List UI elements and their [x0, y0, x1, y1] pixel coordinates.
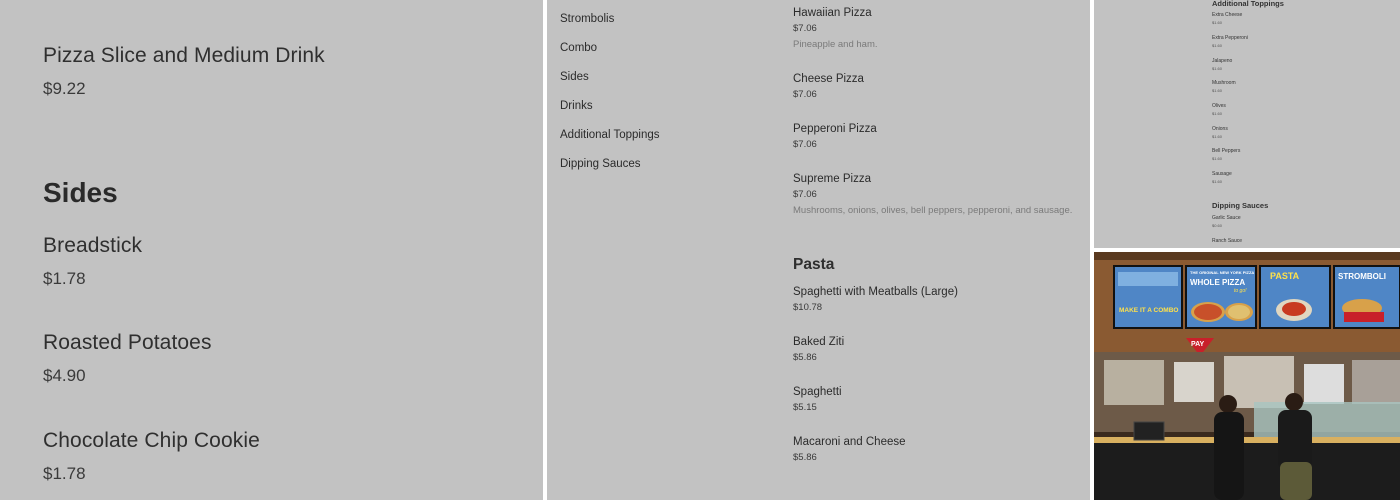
topping-name: Extra Cheese — [1212, 12, 1243, 18]
menu-item-pizza-slice-drink[interactable]: Pizza Slice and Medium Drink $9.22 — [43, 44, 325, 99]
topping-price: $1.60 — [1212, 66, 1223, 71]
topping-item[interactable]: Mushroom $1.60 — [1212, 80, 1236, 93]
topping-item[interactable]: Onions $1.60 — [1212, 126, 1228, 139]
menu-item-chocolate-chip-cookie[interactable]: Chocolate Chip Cookie $1.78 — [43, 429, 260, 484]
menu-page-panel: Strombolis Combo Sides Drinks Additional… — [547, 0, 1090, 500]
menu-item-name: Chocolate Chip Cookie — [43, 429, 260, 452]
sauce-name: Garlic Sauce — [1212, 215, 1241, 221]
menu-board-whole-pizza: THE ORIGINAL NEW YORK PIZZA WHOLE PIZZA … — [1185, 265, 1257, 329]
pay-sign-text: PAY — [1191, 341, 1205, 348]
menu-item-spaghetti[interactable]: Spaghetti $5.15 — [793, 386, 842, 413]
restaurant-photo: MAKE IT A COMBO THE ORIGINAL NEW YORK PI… — [1094, 252, 1400, 500]
sauce-price: $0.60 — [1212, 223, 1223, 228]
menu-item-name: Supreme Pizza — [793, 173, 871, 185]
topping-name: Onions — [1212, 126, 1228, 132]
menu-item-price: $7.06 — [793, 89, 817, 100]
board-pizza-sub: to go! — [1234, 288, 1247, 294]
section-heading-dipping-sauces: Dipping Sauces — [1212, 201, 1269, 210]
menu-board-combo: MAKE IT A COMBO — [1113, 265, 1183, 329]
menu-item-price: $7.06 — [793, 139, 817, 150]
topping-name: Extra Pepperoni — [1212, 35, 1248, 41]
section-heading-sides: Sides — [43, 177, 118, 208]
menu-item-baked-ziti[interactable]: Baked Ziti $5.86 — [793, 336, 844, 363]
menu-item-name: Pizza Slice and Medium Drink — [43, 44, 325, 67]
sauce-item[interactable]: Garlic Sauce $0.60 — [1212, 215, 1241, 228]
menu-item-price: $1.78 — [43, 269, 86, 288]
menu-item-name: Hawaiian Pizza — [793, 7, 872, 19]
tiny-menu-panel: Additional Toppings Extra Cheese $1.60 E… — [1094, 0, 1400, 248]
menu-board-stromboli: STROMBOLI — [1333, 265, 1400, 329]
nav-item-drinks[interactable]: Drinks — [560, 99, 660, 128]
menu-item-price: $9.22 — [43, 79, 86, 98]
menu-item-price: $7.06 — [793, 189, 817, 200]
topping-price: $1.60 — [1212, 111, 1223, 116]
nav-item-strombolis[interactable]: Strombolis — [560, 12, 660, 41]
menu-item-price: $5.86 — [793, 452, 817, 463]
board-pizza-banner: THE ORIGINAL NEW YORK PIZZA — [1190, 270, 1254, 275]
menu-item-description: Pineapple and ham. — [793, 39, 878, 50]
board-pizza-title: WHOLE PIZZA — [1190, 278, 1245, 287]
topping-name: Bell Peppers — [1212, 148, 1241, 154]
board-stromboli-title: STROMBOLI — [1338, 272, 1386, 281]
nav-item-additional-toppings[interactable]: Additional Toppings — [560, 128, 660, 157]
counter — [1094, 437, 1400, 500]
menu-item-name: Cheese Pizza — [793, 73, 864, 85]
menu-item-name: Macaroni and Cheese — [793, 436, 906, 448]
section-heading-additional-toppings: Additional Toppings — [1212, 0, 1284, 8]
topping-price: $1.60 — [1212, 88, 1223, 93]
photo-illustration: MAKE IT A COMBO THE ORIGINAL NEW YORK PI… — [1094, 252, 1400, 500]
topping-price: $1.60 — [1212, 134, 1223, 139]
food-display-case — [1254, 402, 1400, 442]
nav-item-sides[interactable]: Sides — [560, 70, 660, 99]
menu-item-pepperoni-pizza[interactable]: Pepperoni Pizza $7.06 — [793, 123, 877, 150]
topping-price: $1.60 — [1212, 20, 1223, 25]
board-pasta-title: PASTA — [1270, 271, 1300, 281]
menu-item-price: $5.15 — [793, 402, 817, 413]
menu-board-pasta: PASTA — [1259, 265, 1331, 329]
category-nav: Strombolis Combo Sides Drinks Additional… — [560, 12, 660, 186]
topping-item[interactable]: Extra Pepperoni $1.60 — [1212, 35, 1248, 48]
menu-item-breadstick[interactable]: Breadstick $1.78 — [43, 234, 142, 289]
menu-item-name: Roasted Potatoes — [43, 331, 212, 354]
section-heading-pasta: Pasta — [793, 256, 835, 273]
menu-item-spaghetti-meatballs[interactable]: Spaghetti with Meatballs (Large) $10.78 — [793, 286, 958, 313]
zoomed-menu-panel: Pizza Slice and Medium Drink $9.22 Sides… — [0, 0, 543, 500]
menu-item-price: $10.78 — [793, 302, 823, 313]
menu-item-roasted-potatoes[interactable]: Roasted Potatoes $4.90 — [43, 331, 212, 386]
topping-item[interactable]: Sausage $1.60 — [1212, 171, 1232, 184]
topping-item[interactable]: Extra Cheese $1.60 — [1212, 12, 1242, 25]
nav-item-dipping-sauces[interactable]: Dipping Sauces — [560, 157, 660, 186]
topping-item[interactable]: Olives $1.60 — [1212, 103, 1226, 116]
menu-item-price: $4.90 — [43, 366, 86, 385]
topping-item[interactable]: Jalapeno $1.60 — [1212, 58, 1232, 71]
topping-name: Sausage — [1212, 171, 1232, 177]
menu-item-hawaiian-pizza[interactable]: Hawaiian Pizza $7.06 Pineapple and ham. — [793, 7, 878, 50]
menu-item-name: Spaghetti with Meatballs (Large) — [793, 286, 958, 298]
menu-item-price: $1.78 — [43, 464, 86, 483]
topping-name: Jalapeno — [1212, 58, 1233, 64]
topping-price: $1.60 — [1212, 179, 1223, 184]
board-combo-title: MAKE IT A COMBO — [1119, 307, 1178, 314]
nav-item-combo[interactable]: Combo — [560, 41, 660, 70]
menu-item-name: Baked Ziti — [793, 336, 845, 348]
menu-item-macaroni-cheese[interactable]: Macaroni and Cheese $5.86 — [793, 436, 906, 463]
topping-price: $1.60 — [1212, 156, 1223, 161]
menu-item-description: Mushrooms, onions, olives, bell peppers,… — [793, 205, 1073, 216]
menu-item-name: Spaghetti — [793, 386, 842, 398]
sauce-item[interactable]: Ranch Sauce — [1212, 238, 1242, 244]
menu-item-name: Pepperoni Pizza — [793, 123, 877, 135]
menu-item-supreme-pizza[interactable]: Supreme Pizza $7.06 Mushrooms, onions, o… — [793, 173, 1072, 216]
menu-item-price: $5.86 — [793, 352, 817, 363]
topping-price: $1.60 — [1212, 43, 1223, 48]
topping-item[interactable]: Bell Peppers $1.60 — [1212, 148, 1240, 161]
topping-name: Mushroom — [1212, 80, 1236, 86]
sauce-name: Ranch Sauce — [1212, 238, 1243, 244]
topping-name: Olives — [1212, 103, 1226, 109]
menu-item-cheese-pizza[interactable]: Cheese Pizza $7.06 — [793, 73, 864, 100]
menu-item-price: $7.06 — [793, 23, 817, 34]
menu-item-name: Breadstick — [43, 234, 143, 257]
